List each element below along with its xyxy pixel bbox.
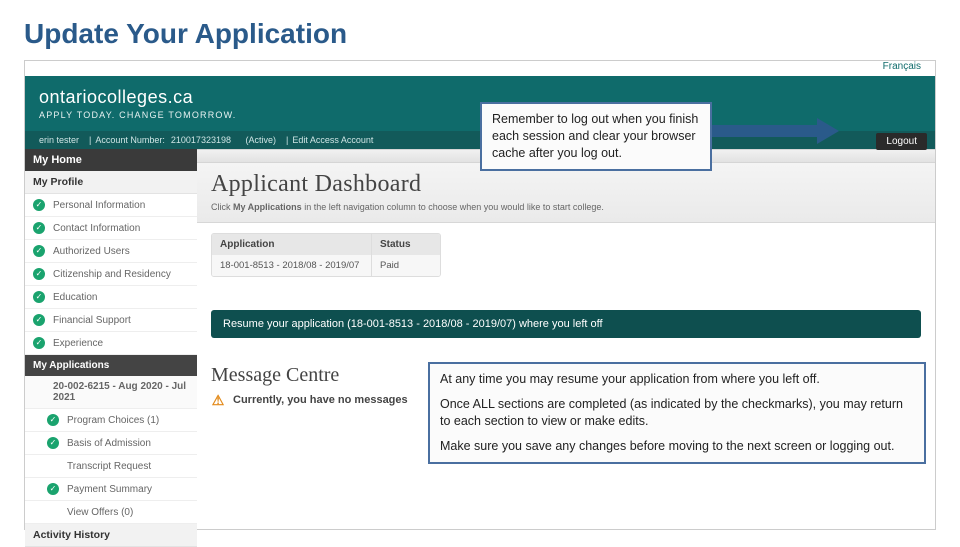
sidebar: My Home My Profile ✓ Personal Information… bbox=[25, 149, 197, 529]
sidebar-item-label: Contact Information bbox=[53, 223, 140, 234]
sidebar-item-financial-support[interactable]: ✓ Financial Support bbox=[25, 309, 197, 332]
sidebar-item-label: Personal Information bbox=[53, 200, 145, 211]
sidebar-item-basis-of-admission[interactable]: ✓ Basis of Admission bbox=[25, 432, 197, 455]
check-icon: ✓ bbox=[33, 199, 45, 211]
sidebar-item-label: Transcript Request bbox=[67, 461, 151, 472]
check-icon: ✓ bbox=[33, 268, 45, 280]
check-icon: ✓ bbox=[33, 222, 45, 234]
sidebar-item-payment-summary[interactable]: ✓ Payment Summary bbox=[25, 478, 197, 501]
table-cell-application: 18-001-8513 - 2018/08 - 2019/07 bbox=[212, 255, 372, 276]
check-icon: ✓ bbox=[33, 245, 45, 257]
warning-icon: ⚠ bbox=[211, 393, 225, 407]
table-cell-status: Paid bbox=[372, 255, 407, 276]
edit-access-link[interactable]: Edit Access Account bbox=[292, 135, 373, 145]
sidebar-item-label: Education bbox=[53, 292, 97, 303]
lang-francais-link[interactable]: Français bbox=[883, 61, 921, 72]
sidebar-my-applications[interactable]: My Applications bbox=[25, 355, 197, 376]
table-header-status: Status bbox=[372, 234, 419, 255]
sidebar-item-transcript-request[interactable]: Transcript Request bbox=[25, 455, 197, 478]
main-content: Applicant Dashboard Click My Application… bbox=[197, 149, 935, 529]
account-label: Account Number: bbox=[95, 135, 165, 145]
account-status-value: (Active) bbox=[246, 135, 277, 145]
table-row[interactable]: 18-001-8513 - 2018/08 - 2019/07 Paid bbox=[212, 255, 440, 276]
sidebar-item-view-offers[interactable]: View Offers (0) bbox=[25, 501, 197, 524]
sidebar-item-label: Authorized Users bbox=[53, 246, 130, 257]
account-status bbox=[237, 135, 240, 145]
check-icon: ✓ bbox=[33, 314, 45, 326]
logout-button[interactable]: Logout bbox=[876, 133, 927, 150]
sidebar-item-personal-information[interactable]: ✓ Personal Information bbox=[25, 194, 197, 217]
resume-application-button[interactable]: Resume your application (18-001-8513 - 2… bbox=[211, 310, 921, 338]
account-number: 210017323198 bbox=[171, 135, 231, 145]
sidebar-item-label: Program Choices (1) bbox=[67, 415, 159, 426]
sidebar-item-label: 20-002-6215 - Aug 2020 - Jul 2021 bbox=[53, 381, 189, 403]
check-icon: ✓ bbox=[33, 337, 45, 349]
message-text: Currently, you have no messages bbox=[233, 394, 408, 406]
sidebar-item-citizenship-residency[interactable]: ✓ Citizenship and Residency bbox=[25, 263, 197, 286]
logo-text: ontariocolleges.ca bbox=[39, 87, 237, 108]
sidebar-item-label: Payment Summary bbox=[67, 484, 152, 495]
sidebar-item-label: Financial Support bbox=[53, 315, 131, 326]
sidebar-item-label: View Offers (0) bbox=[67, 507, 133, 518]
sidebar-item-label: Basis of Admission bbox=[67, 438, 151, 449]
page-title: Applicant Dashboard bbox=[211, 171, 921, 198]
language-bar: Français bbox=[25, 61, 935, 76]
sidebar-my-home[interactable]: My Home bbox=[25, 149, 197, 171]
sidebar-my-profile[interactable]: My Profile bbox=[25, 171, 197, 194]
sidebar-item-authorized-users[interactable]: ✓ Authorized Users bbox=[25, 240, 197, 263]
sidebar-item-program-choices[interactable]: ✓ Program Choices (1) bbox=[25, 409, 197, 432]
sidebar-application-row[interactable]: 20-002-6215 - Aug 2020 - Jul 2021 bbox=[25, 376, 197, 409]
logo-tagline: APPLY TODAY. CHANGE TOMORROW. bbox=[39, 110, 237, 120]
sidebar-item-education[interactable]: ✓ Education bbox=[25, 286, 197, 309]
user-name: erin tester bbox=[39, 135, 79, 145]
check-icon: ✓ bbox=[47, 483, 59, 495]
callout-arrow bbox=[712, 118, 842, 144]
page-help-text: Click My Applications in the left naviga… bbox=[211, 202, 921, 212]
slide-title: Update Your Application bbox=[0, 0, 960, 60]
check-icon: ✓ bbox=[47, 414, 59, 426]
applications-table: Application Status 18-001-8513 - 2018/08… bbox=[211, 233, 441, 277]
check-icon: ✓ bbox=[47, 437, 59, 449]
sidebar-item-label: Experience bbox=[53, 338, 103, 349]
table-header-application: Application bbox=[212, 234, 372, 255]
sidebar-item-contact-information[interactable]: ✓ Contact Information bbox=[25, 217, 197, 240]
check-icon: ✓ bbox=[33, 291, 45, 303]
sidebar-activity-history[interactable]: Activity History bbox=[25, 524, 197, 547]
callout-resume-tip: At any time you may resume your applicat… bbox=[428, 362, 926, 464]
callout-logout-tip: Remember to log out when you finish each… bbox=[480, 102, 712, 171]
sidebar-item-experience[interactable]: ✓ Experience bbox=[25, 332, 197, 355]
sidebar-item-label: Citizenship and Residency bbox=[53, 269, 171, 280]
